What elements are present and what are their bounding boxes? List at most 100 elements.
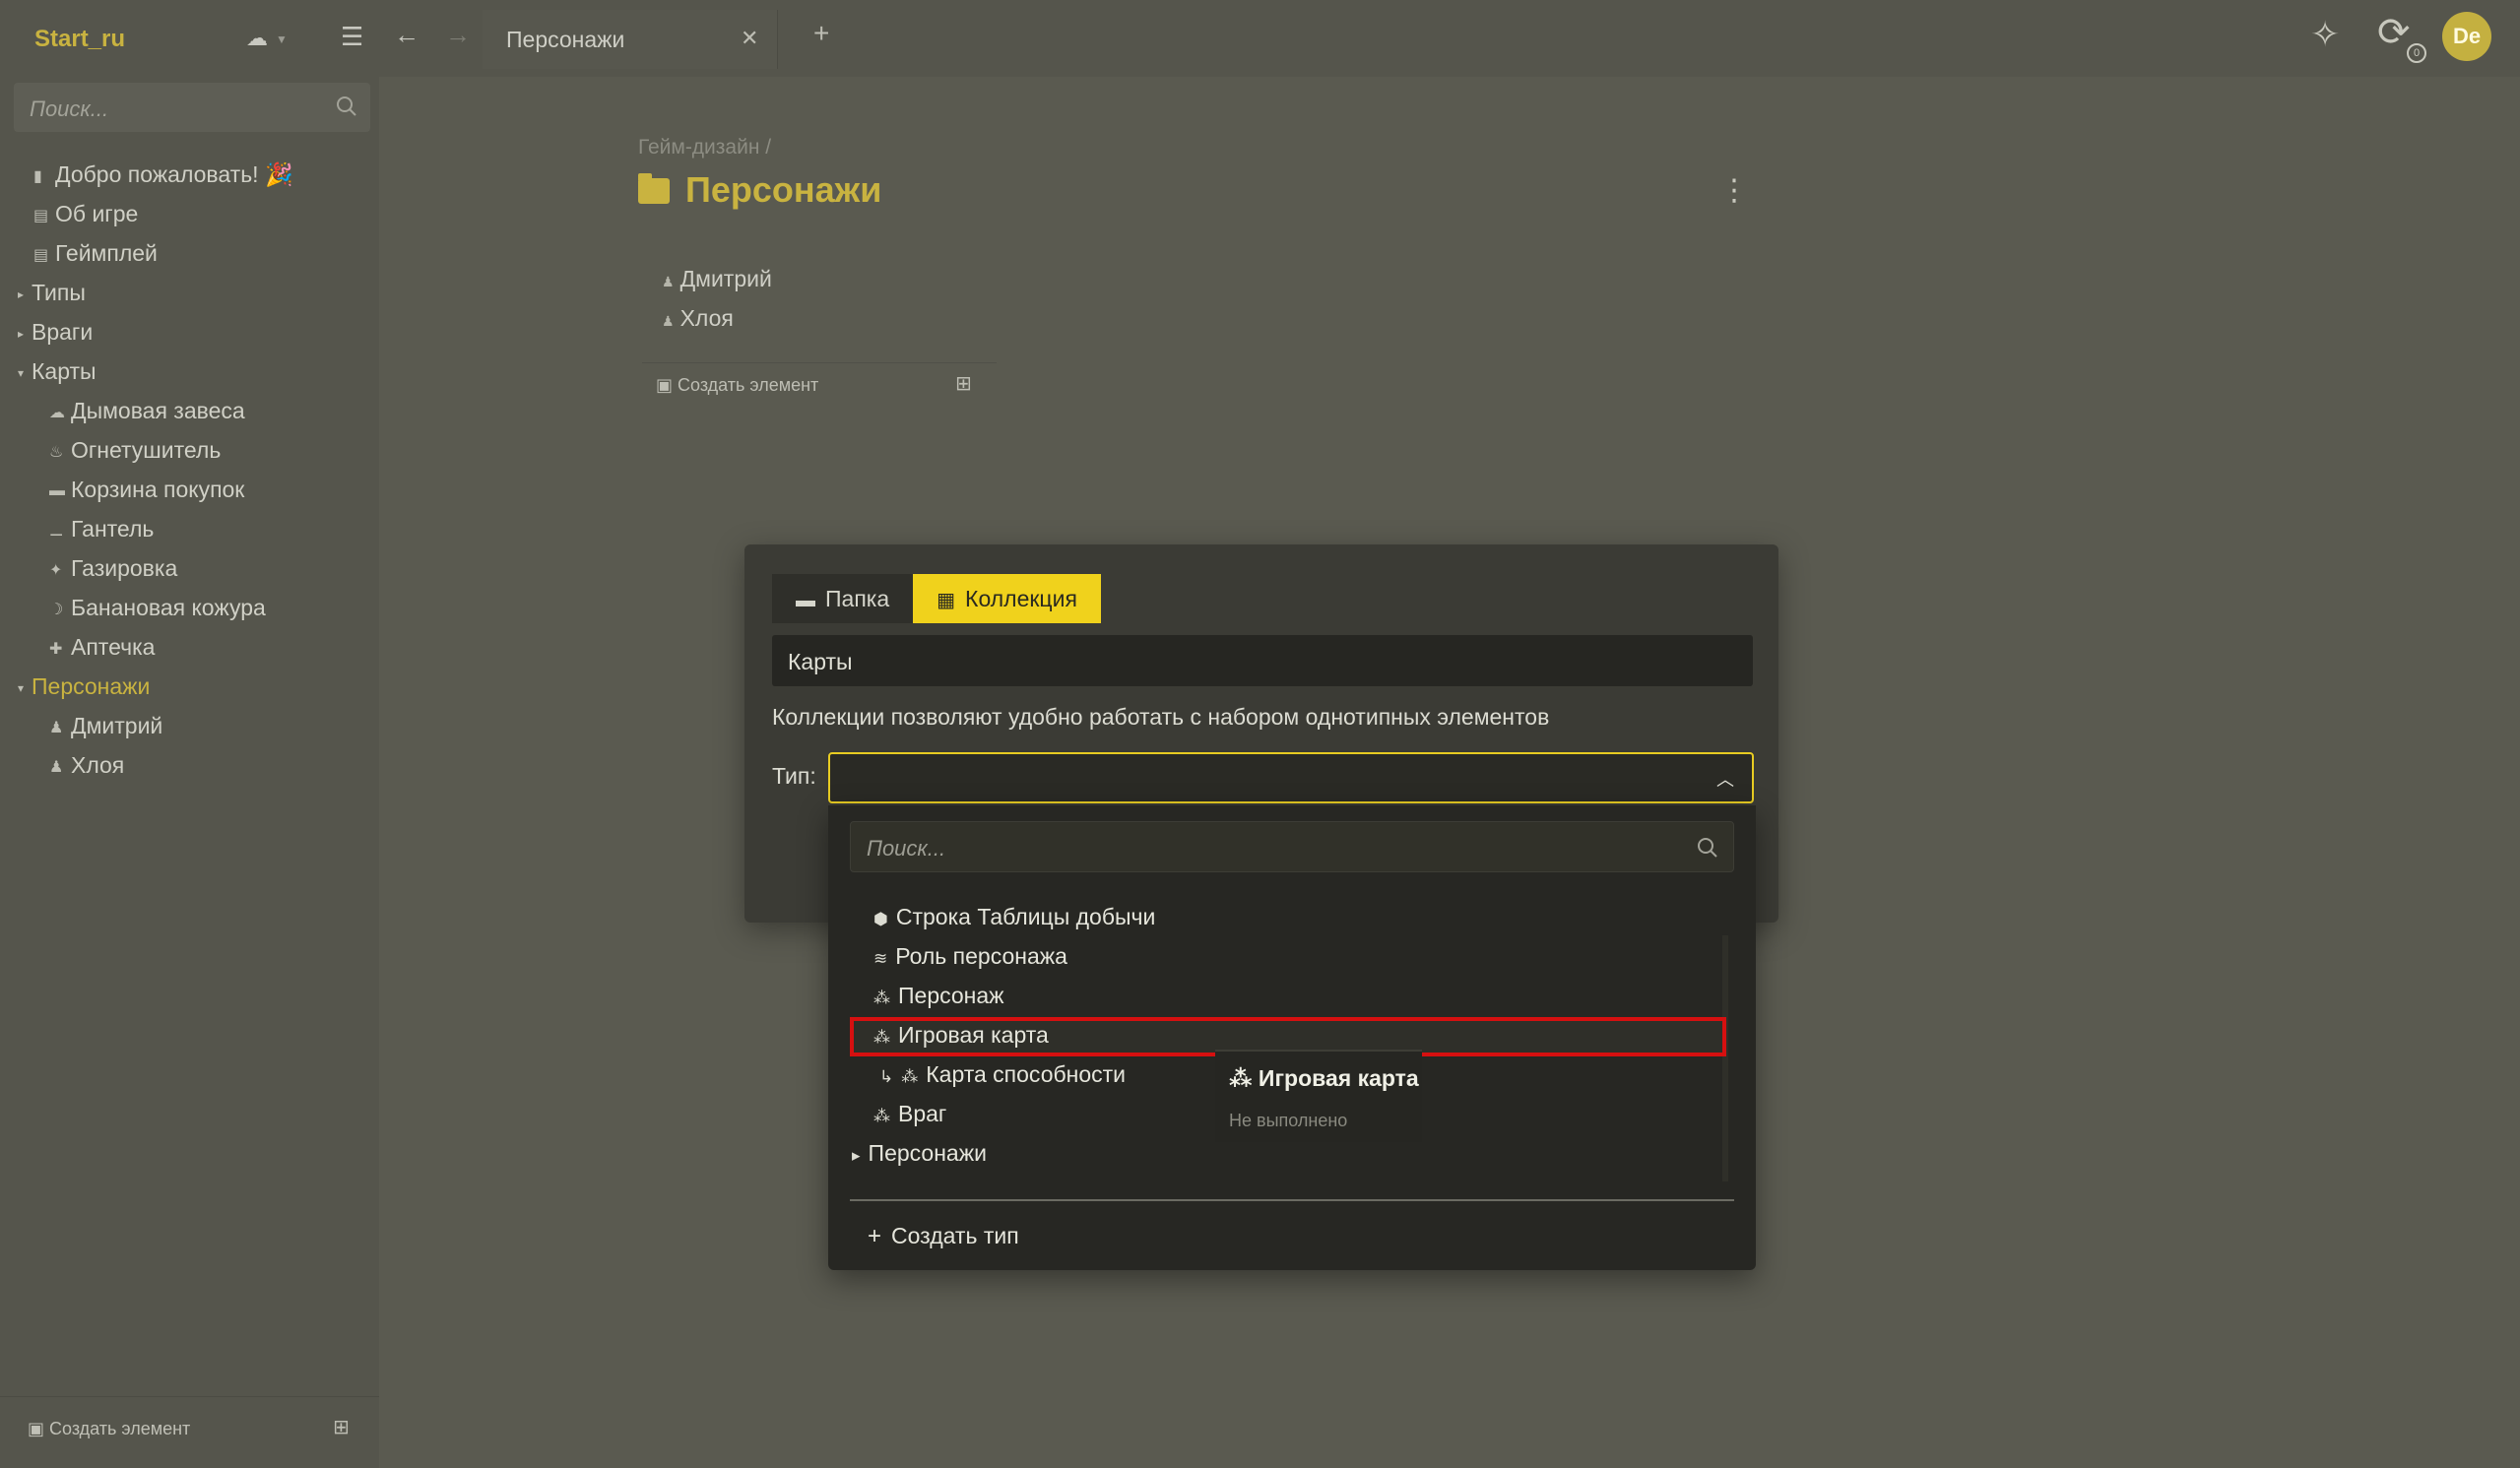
list-item-label: Хлоя (679, 305, 734, 331)
cube-icon: ⬢ (873, 910, 888, 928)
list-item[interactable]: ♟ Дмитрий (662, 266, 772, 292)
create-element-button[interactable]: ▣ Создать элемент (28, 1419, 190, 1439)
tooltip-title: ⁂ Игровая карта (1229, 1065, 1419, 1092)
type-label: Тип: (772, 763, 816, 789)
sidebar-item-label: Газировка (71, 555, 178, 581)
divider (850, 1199, 1734, 1201)
add-tab-button[interactable]: + (813, 18, 829, 49)
person-icon: ♟ (49, 719, 64, 736)
workspace-name[interactable]: Start_ru (34, 26, 125, 53)
item-icon: ✦ (49, 561, 63, 579)
type-search-input[interactable]: Поиск... (850, 821, 1734, 872)
sidebar-item-label: Добро пожаловать! 🎉 (55, 161, 293, 187)
back-arrow-icon[interactable]: ← (394, 20, 420, 50)
sidebar-item-chloe[interactable]: ♟ Хлоя (49, 752, 124, 788)
sidebar-item-dumbbell[interactable]: ⚊ Гантель (49, 516, 154, 551)
create-element-button[interactable]: ▣ Создать элемент (656, 375, 818, 396)
sidebar-item-label: Гантель (71, 516, 155, 542)
option-enemy[interactable]: ⁂ Враг (873, 1101, 946, 1138)
sidebar-item-shopping-cart[interactable]: ▬ Корзина покупок (49, 477, 244, 512)
type-select[interactable]: ︿ (828, 752, 1754, 803)
sidebar-item-extinguisher[interactable]: ♨ Огнетушитель (49, 437, 221, 473)
sparkle-icon[interactable]: ✧ (2310, 14, 2340, 55)
shapes-icon: ⁂ (873, 1028, 890, 1047)
tab-collection[interactable]: ▦ Коллекция (913, 574, 1101, 623)
sidebar-item-first-aid[interactable]: ✚ Аптечка (49, 634, 155, 670)
collection-name-value: Карты (788, 649, 853, 674)
create-element-label: Создать элемент (678, 375, 819, 395)
option-label: Персонаж (898, 983, 1004, 1008)
create-type-button[interactable]: + Создать тип (868, 1223, 1019, 1250)
close-icon[interactable]: ✕ (741, 26, 758, 51)
sidebar-item-types[interactable]: ▸ Типы (18, 280, 86, 315)
add-folder-icon[interactable]: ⊞ (955, 371, 972, 396)
tab-folder[interactable]: ▬ Папка (772, 574, 914, 623)
caret-right-icon: ▸ (852, 1146, 861, 1165)
option-character-role[interactable]: ≋ Роль персонажа (873, 943, 1067, 981)
list-item-label: Дмитрий (679, 266, 772, 291)
list-item[interactable]: ♟ Хлоя (662, 305, 734, 332)
sidebar-item-label: Банановая кожура (71, 595, 266, 620)
option-label: Роль персонажа (895, 943, 1067, 969)
sidebar-item-label: Враги (32, 319, 94, 345)
create-type-label: Создать тип (891, 1223, 1019, 1248)
option-tooltip: ⁂ Игровая карта Не выполнено (1215, 1050, 1422, 1142)
option-character[interactable]: ⁂ Персонаж (873, 983, 1004, 1020)
sidebar-item-label: Карты (32, 358, 97, 384)
tooltip-title-text: Игровая карта (1258, 1065, 1419, 1091)
option-loot-table-row[interactable]: ⬢ Строка Таблицы добычи (873, 904, 1155, 941)
sidebar-item-label: Огнетушитель (71, 437, 222, 463)
sub-arrow-icon: ↳ (879, 1067, 894, 1086)
board-icon: ▤ (33, 207, 49, 224)
sidebar-item-gameplay[interactable]: ▤ Геймплей (33, 240, 158, 276)
sidebar-item-smoke-screen[interactable]: ☁ Дымовая завеса (49, 398, 245, 433)
sidebar-item-label: Дымовая завеса (71, 398, 245, 423)
option-ability-card[interactable]: ↳ ⁂ Карта способности (879, 1061, 1126, 1099)
sidebar-item-dmitry[interactable]: ♟ Дмитрий (49, 713, 162, 748)
folder-icon: ▬ (796, 590, 815, 611)
add-file-icon: ▣ (28, 1419, 50, 1438)
sync-icon[interactable]: ⟳ (2377, 10, 2411, 55)
board-icon: ▤ (33, 246, 49, 264)
search-placeholder: Поиск... (30, 96, 109, 121)
tab-folder-label: Папка (825, 586, 890, 611)
breadcrumb[interactable]: Гейм-дизайн / (638, 136, 771, 160)
add-folder-icon[interactable]: ⊞ (333, 1415, 350, 1439)
sidebar-item-soda[interactable]: ✦ Газировка (49, 555, 177, 591)
sidebar-item-label: Аптечка (71, 634, 156, 660)
tab-characters[interactable]: Персонажи ✕ (483, 10, 778, 69)
sidebar-item-enemies[interactable]: ▸ Враги (18, 319, 93, 354)
sidebar-item-banana-peel[interactable]: ☽ Банановая кожура (49, 595, 266, 630)
forward-arrow-icon[interactable]: → (445, 20, 471, 50)
search-placeholder: Поиск... (867, 836, 946, 861)
sidebar-search-input[interactable]: Поиск... (14, 83, 370, 132)
sidebar-item-about-game[interactable]: ▤ Об игре (33, 201, 138, 236)
table-icon: ▦ (937, 590, 956, 611)
item-icon: ☽ (49, 601, 64, 618)
sidebar-item-characters[interactable]: ▾ Персонажи (18, 673, 150, 709)
sidebar-footer: ▣ Создать элемент ⊞ (0, 1396, 379, 1465)
sidebar-item-cards[interactable]: ▾ Карты (18, 358, 97, 394)
option-characters-group[interactable]: ▸ Персонажи (852, 1140, 987, 1178)
sync-badge: 0 (2407, 43, 2426, 63)
sidebar-item-label: Корзина покупок (71, 477, 245, 502)
cloud-sync-menu[interactable]: ☁ ▼ (246, 26, 288, 51)
create-element-label: Создать элемент (49, 1419, 191, 1438)
item-icon: ☁ (49, 404, 65, 421)
top-bar: Start_ru ☁ ▼ ☰ ← → Персонажи ✕ + ✧ ⟳ 0 De (0, 0, 2520, 77)
option-game-card[interactable]: ⁂ Игровая карта (873, 1022, 1049, 1059)
more-options-icon[interactable]: ⋮ (1719, 173, 1749, 208)
page-title: Персонажи (638, 169, 881, 211)
chevron-down-icon: ▼ (276, 32, 288, 47)
collection-description: Коллекции позволяют удобно работать с на… (772, 704, 1550, 730)
type-dropdown: Поиск... ⬢ Строка Таблицы добычи ≋ Роль пе… (828, 805, 1756, 1270)
shapes-icon: ⁂ (901, 1067, 919, 1086)
create-element-row: ▣ Создать элемент ⊞ (642, 362, 997, 406)
collection-name-input[interactable]: Карты (772, 635, 1753, 686)
menu-icon[interactable]: ☰ (341, 22, 363, 52)
scrollbar[interactable] (1722, 935, 1728, 1181)
item-icon: ✚ (49, 640, 63, 658)
option-label: Строка Таблицы добычи (895, 904, 1156, 929)
sidebar-item-welcome[interactable]: ▮ Добро пожаловать! 🎉 (33, 161, 293, 197)
avatar[interactable]: De (2442, 12, 2491, 61)
